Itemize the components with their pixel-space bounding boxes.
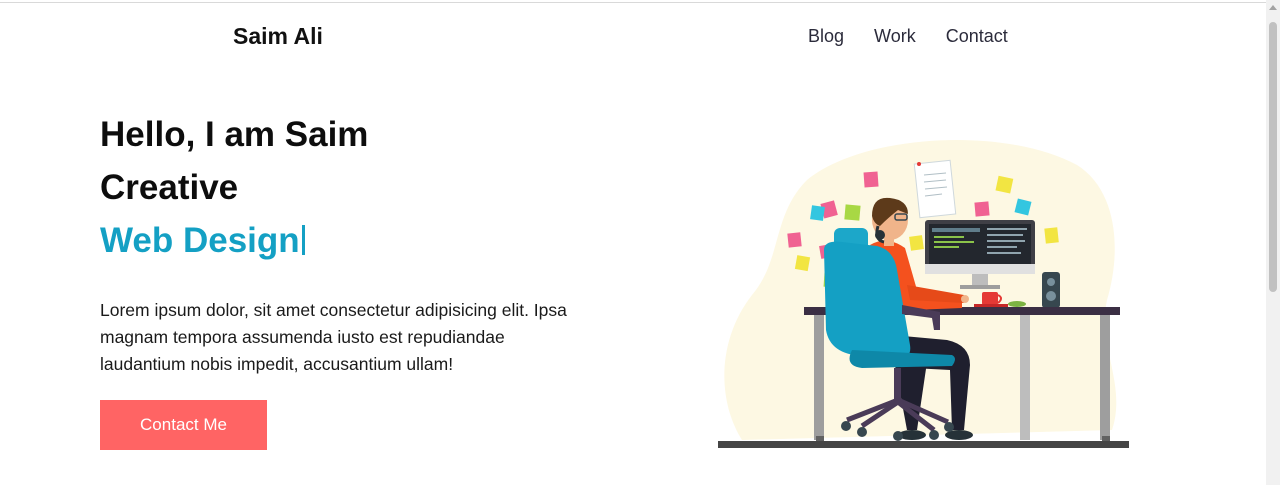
mouse: [1008, 301, 1026, 307]
developer-desk-illustration: [718, 139, 1129, 448]
hero-greeting: Hello, I am Saim: [100, 115, 369, 154]
speaker: [1042, 272, 1060, 308]
nav-link-contact[interactable]: Contact: [946, 26, 1008, 47]
typing-caret: [301, 225, 305, 255]
main-nav: Blog Work Contact: [808, 26, 1008, 47]
nav-link-blog[interactable]: Blog: [808, 26, 844, 47]
brand-logo-text[interactable]: Saim Ali: [233, 23, 323, 50]
hero-section: Hello, I am Saim Creative Web Design Lor…: [100, 108, 580, 450]
hero-typed-line: Web Design: [100, 214, 580, 267]
contact-me-button[interactable]: Contact Me: [100, 400, 267, 450]
scroll-up-arrow-icon[interactable]: [1269, 5, 1277, 10]
top-divider: [0, 2, 1266, 3]
scrollbar-thumb[interactable]: [1269, 22, 1277, 292]
nav-link-work[interactable]: Work: [874, 26, 916, 47]
floor-line: [718, 441, 1129, 448]
hero-typed-text: Web Design: [100, 221, 300, 260]
hero-subtitle: Creative: [100, 168, 239, 207]
page-scrollbar[interactable]: [1266, 0, 1280, 485]
hero-description: Lorem ipsum dolor, sit amet consectetur …: [100, 300, 567, 374]
paper-note: [913, 159, 957, 219]
